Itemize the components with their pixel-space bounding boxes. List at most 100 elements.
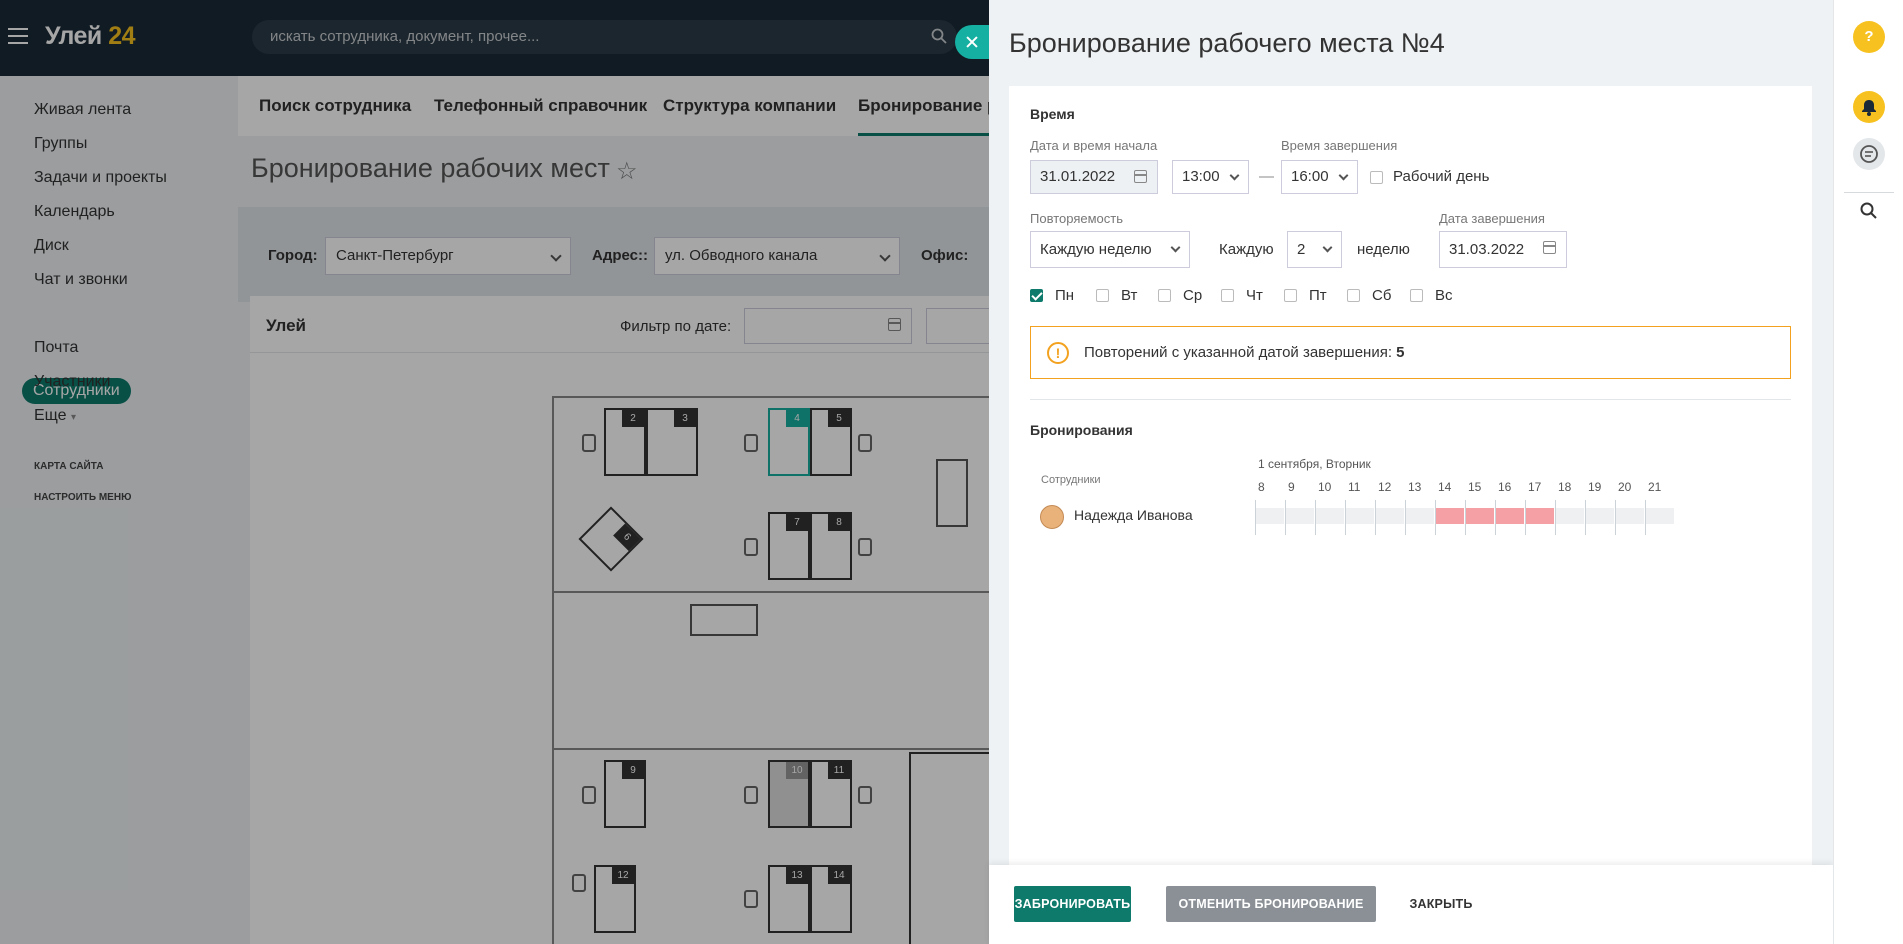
bookings-section-title: Бронирования [1030, 422, 1133, 438]
workday-label: Рабочий день [1393, 168, 1490, 185]
day-checkbox-fri[interactable] [1284, 289, 1297, 302]
day-label-thu: Чт [1246, 287, 1263, 304]
timeline-gridline [1645, 500, 1646, 535]
warning-text: Повторений с указанной датой завершения:… [1084, 344, 1405, 361]
free-slot[interactable] [1615, 508, 1645, 524]
bell-icon[interactable] [1853, 91, 1885, 123]
day-label-wed: Ср [1183, 287, 1203, 304]
timeline-hour-label: 13 [1408, 480, 1422, 494]
timeline-hour-label: 19 [1588, 480, 1602, 494]
timeline-gridline [1525, 500, 1526, 535]
close-icon[interactable] [955, 25, 989, 59]
timeline-hour-label: 10 [1318, 480, 1332, 494]
end-date-input[interactable]: 31.03.2022 [1439, 231, 1567, 268]
warning-count: 5 [1396, 344, 1405, 361]
chevron-down-icon [1170, 242, 1181, 253]
free-slot[interactable] [1345, 508, 1375, 524]
timeline-hour-label: 8 [1258, 480, 1265, 494]
busy-slot[interactable] [1435, 508, 1465, 524]
day-checkbox-wed[interactable] [1158, 289, 1171, 302]
timeline-gridline [1345, 500, 1346, 535]
day-checkbox-sat[interactable] [1347, 289, 1360, 302]
booking-slider: Бронирование рабочего места №4 Время Дат… [989, 0, 1833, 944]
day-checkbox-sun[interactable] [1410, 289, 1423, 302]
book-button[interactable]: ЗАБРОНИРОВАТЬ [1014, 886, 1131, 922]
end-date-value: 31.03.2022 [1449, 241, 1525, 258]
timeline-hour-label: 17 [1528, 480, 1542, 494]
day-checkbox-tue[interactable] [1096, 289, 1109, 302]
chevron-down-icon [1229, 170, 1240, 181]
timeline-grid [1255, 500, 1675, 535]
timeline-gridline [1615, 500, 1616, 535]
free-slot[interactable] [1585, 508, 1615, 524]
timeline-gridline [1555, 500, 1556, 535]
free-slot[interactable] [1315, 508, 1345, 524]
timeline-hour-label: 9 [1288, 480, 1295, 494]
free-slot[interactable] [1255, 508, 1285, 524]
end-time-select[interactable]: 16:00 [1281, 160, 1358, 194]
timeline-gridline [1495, 500, 1496, 535]
free-slot[interactable] [1555, 508, 1585, 524]
day-label-mon: Пн [1055, 287, 1075, 304]
every-value: 2 [1297, 241, 1306, 258]
free-slot[interactable] [1405, 508, 1435, 524]
start-time-value: 13:00 [1182, 168, 1220, 185]
every-label: Каждую [1219, 241, 1274, 258]
start-time-select[interactable]: 13:00 [1172, 160, 1249, 194]
every-unit: неделю [1357, 241, 1410, 258]
chat-icon[interactable] [1853, 138, 1885, 170]
overlay[interactable] [0, 0, 989, 944]
free-slot[interactable] [1645, 508, 1675, 524]
repeat-value: Каждую неделю [1040, 241, 1152, 258]
timeline-hour-label: 20 [1618, 480, 1632, 494]
booking-form: Время Дата и время начала 31.01.2022 13:… [1009, 86, 1812, 866]
day-label-sun: Вс [1435, 287, 1453, 304]
timeline-hour-label: 21 [1648, 480, 1662, 494]
end-time-value: 16:00 [1291, 168, 1329, 185]
search-icon[interactable] [1853, 195, 1885, 227]
timeline-gridline [1315, 500, 1316, 535]
start-date-input[interactable]: 31.01.2022 [1030, 160, 1158, 194]
timeline-hour-label: 11 [1348, 480, 1361, 494]
day-label-tue: Вт [1121, 287, 1138, 304]
end-date-label: Дата завершения [1439, 211, 1545, 226]
start-date-value: 31.01.2022 [1040, 168, 1116, 185]
repeat-select[interactable]: Каждую неделю [1030, 231, 1190, 268]
timeline-hour-label: 12 [1378, 480, 1392, 494]
employee-name[interactable]: Надежда Иванова [1074, 507, 1193, 523]
timeline-gridline [1375, 500, 1376, 535]
chevron-down-icon [1322, 242, 1333, 253]
timeline-hour-label: 15 [1468, 480, 1482, 494]
cancel-booking-button[interactable]: ОТМЕНИТЬ БРОНИРОВАНИЕ [1166, 886, 1376, 922]
end-time-label: Время завершения [1281, 138, 1398, 153]
employees-column-label: Сотрудники [1041, 474, 1101, 486]
workday-checkbox[interactable] [1370, 171, 1383, 184]
repeat-warning: ! Повторений с указанной датой завершени… [1030, 326, 1791, 379]
help-icon[interactable]: ? [1853, 21, 1885, 53]
timeline-hour-label: 16 [1498, 480, 1512, 494]
timeline-hour-label: 18 [1558, 480, 1572, 494]
close-button[interactable]: ЗАКРЫТЬ [1393, 886, 1489, 922]
right-rail: ? [1833, 0, 1903, 944]
calendar-icon [1134, 170, 1147, 183]
slider-title: Бронирование рабочего места №4 [1009, 28, 1445, 58]
day-checkbox-thu[interactable] [1221, 289, 1234, 302]
busy-slot[interactable] [1525, 508, 1555, 524]
divider [1844, 192, 1894, 193]
app: Улей 24 искать сотрудника, документ, про… [0, 0, 1903, 944]
avatar [1040, 505, 1064, 529]
busy-slot[interactable] [1465, 508, 1495, 524]
day-checkbox-mon[interactable] [1030, 289, 1043, 302]
warning-message: Повторений с указанной датой завершения: [1084, 344, 1392, 361]
timeline-gridline [1465, 500, 1466, 535]
timeline-date: 1 сентября, Вторник [1258, 457, 1371, 471]
timeline-gridline [1585, 500, 1586, 535]
timeline-gridline [1405, 500, 1406, 535]
free-slot[interactable] [1285, 508, 1315, 524]
timeline-hour-label: 14 [1438, 480, 1452, 494]
slider-footer: ЗАБРОНИРОВАТЬ ОТМЕНИТЬ БРОНИРОВАНИЕ ЗАКР… [989, 865, 1833, 944]
timeline-gridline [1435, 500, 1436, 535]
busy-slot[interactable] [1495, 508, 1525, 524]
every-select[interactable]: 2 [1287, 231, 1342, 268]
free-slot[interactable] [1375, 508, 1405, 524]
